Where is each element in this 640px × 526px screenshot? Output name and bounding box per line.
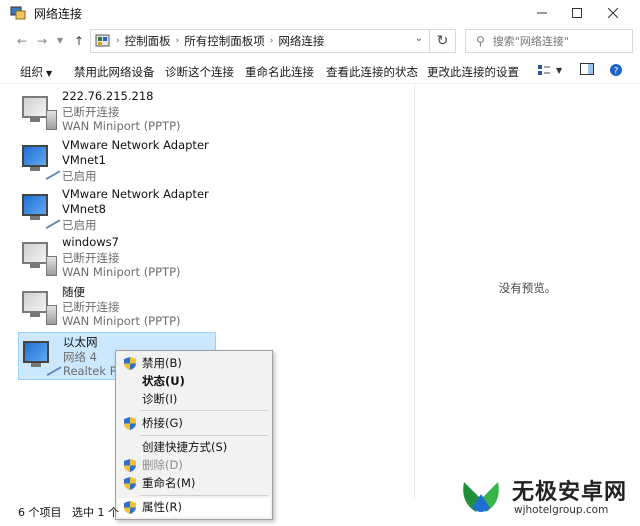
dialup-icon [20, 242, 58, 276]
chevron-down-icon: ▼ [46, 69, 53, 78]
title-bar: 网络连接 [0, 0, 640, 26]
connection-name: 随便 [62, 285, 85, 299]
dialup-icon [20, 291, 58, 325]
view-options-icon[interactable] [537, 63, 551, 80]
connection-name: 以太网 [63, 335, 98, 349]
context-menu: 禁用(B) 状态(U) 诊断(I) 桥接(G) 创建快捷方式(S) 删除(D) … [115, 350, 273, 520]
menu-item-label: 重命名(M) [142, 476, 196, 490]
address-dropdown-icon[interactable]: ⌄ [415, 33, 423, 44]
forward-arrow-icon[interactable]: → [34, 32, 50, 50]
menu-item-create-shortcut[interactable]: 创建快捷方式(S) [118, 438, 270, 457]
menu-item-label: 状态(U) [142, 374, 185, 388]
preview-pane-icon[interactable] [580, 63, 594, 78]
connection-status: 已断开连接 [62, 251, 120, 265]
menu-item-disable[interactable]: 禁用(B) [118, 354, 270, 373]
connection-status: VMnet1 [62, 153, 106, 167]
menu-item-diagnose[interactable]: 诊断(I) [118, 390, 270, 409]
connection-name: VMware Network Adapter [62, 138, 209, 152]
watermark-url: wjhotelgroup.com [514, 504, 609, 516]
window-title: 网络连接 [34, 6, 83, 21]
connection-device: WAN Miniport (PPTP) [62, 119, 181, 133]
connection-device: 已启用 [62, 169, 97, 183]
connection-item-windows7[interactable]: windows7 已断开连接 WAN Miniport (PPTP) [18, 234, 216, 282]
connection-status: 已断开连接 [62, 105, 120, 119]
control-panel-icon [95, 34, 111, 48]
menu-separator [140, 495, 268, 496]
search-box[interactable]: ⚲ [465, 29, 633, 53]
uac-shield-icon [124, 357, 136, 370]
menu-item-label: 创建快捷方式(S) [142, 440, 228, 454]
view-dropdown-icon[interactable]: ▼ [556, 66, 562, 75]
uac-shield-icon [124, 459, 136, 472]
svg-text:?: ? [614, 67, 619, 77]
menu-item-label: 桥接(G) [142, 416, 183, 430]
breadcrumb-control-panel[interactable]: 控制面板 [125, 33, 171, 49]
uac-shield-icon [124, 477, 136, 490]
refresh-button[interactable]: ↻ [430, 29, 456, 53]
selection-count: 选中 1 个 [72, 506, 119, 519]
organize-label: 组织 [20, 65, 43, 79]
menu-item-label: 删除(D) [142, 458, 183, 472]
item-count: 6 个项目 [18, 506, 62, 519]
connection-status: 已断开连接 [62, 300, 120, 314]
close-button[interactable] [596, 0, 630, 26]
search-icon: ⚲ [476, 34, 485, 48]
connection-device: WAN Miniport (PPTP) [62, 265, 181, 279]
breadcrumb-chevron-icon[interactable]: › [116, 36, 120, 46]
connection-item-vmnet1[interactable]: VMware Network Adapter VMnet1 已启用 [18, 137, 216, 185]
dialup-icon [20, 96, 58, 130]
connection-item-suibian[interactable]: 随便 已断开连接 WAN Miniport (PPTP) [18, 283, 216, 331]
connection-name: 222.76.215.218 [62, 89, 154, 103]
menu-item-label: 诊断(I) [142, 392, 178, 406]
preview-pane-message: 没有预览。 [498, 281, 557, 295]
connection-name: VMware Network Adapter [62, 187, 209, 201]
breadcrumb-all-items[interactable]: 所有控制面板项 [184, 33, 265, 49]
disable-device-button[interactable]: 禁用此网络设备 [74, 64, 155, 80]
back-arrow-icon[interactable]: ← [14, 32, 30, 50]
organize-menu[interactable]: 组织 ▼ [20, 64, 52, 80]
network-folder-icon [10, 6, 26, 20]
menu-separator [140, 410, 268, 411]
diagnose-button[interactable]: 诊断这个连接 [165, 64, 234, 80]
menu-item-label: 禁用(B) [142, 356, 182, 370]
up-arrow-icon[interactable]: ↑ [71, 32, 87, 50]
watermark-brand: 无极安卓网 [512, 480, 628, 505]
change-settings-button[interactable]: 更改此连接的设置 [427, 64, 519, 80]
menu-separator [140, 435, 268, 436]
ethernet-icon [21, 341, 62, 377]
network-connections-window: 网络连接 ← → ▼ ↑ › 控制面板 › 所有控制面板项 › 网络连接 ⌄ ↻ [0, 0, 640, 526]
maximize-button[interactable] [560, 0, 594, 26]
connection-item-222-76-215-218[interactable]: 222.76.215.218 已断开连接 WAN Miniport (PPTP) [18, 88, 216, 136]
watermark-logo-icon [456, 472, 506, 518]
connection-name: windows7 [62, 235, 119, 249]
connection-device: 已启用 [62, 218, 97, 232]
rename-button[interactable]: 重命名此连接 [245, 64, 314, 80]
view-status-button[interactable]: 查看此连接的状态 [326, 64, 418, 80]
command-bar: 组织 ▼ 禁用此网络设备 诊断这个连接 重命名此连接 查看此连接的状态 更改此连接… [0, 58, 640, 84]
menu-item-bridge[interactable]: 桥接(G) [118, 414, 270, 433]
recent-locations-chevron-icon[interactable]: ▼ [52, 32, 68, 50]
connection-item-vmnet8[interactable]: VMware Network Adapter VMnet8 已启用 [18, 186, 216, 234]
menu-item-rename[interactable]: 重命名(M) [118, 474, 270, 493]
minimize-button[interactable] [525, 0, 559, 26]
breadcrumb-network-connections[interactable]: 网络连接 [278, 33, 324, 49]
ethernet-icon [20, 145, 61, 181]
connection-device: WAN Miniport (PPTP) [62, 314, 181, 328]
site-watermark: 无极安卓网 wjhotelgroup.com [452, 468, 640, 526]
search-input[interactable] [492, 34, 623, 48]
help-icon[interactable]: ? [609, 63, 623, 80]
address-row: ← → ▼ ↑ › 控制面板 › 所有控制面板项 › 网络连接 ⌄ ↻ ⚲ [0, 26, 640, 56]
connection-status: VMnet8 [62, 202, 106, 216]
menu-item-status[interactable]: 状态(U) [118, 372, 270, 391]
breadcrumb-chevron-icon[interactable]: › [176, 36, 180, 46]
connection-status: 网络 4 [63, 350, 97, 364]
ethernet-icon [20, 194, 61, 230]
breadcrumb-chevron-icon[interactable]: › [270, 36, 274, 46]
address-bar[interactable]: › 控制面板 › 所有控制面板项 › 网络连接 ⌄ [90, 29, 430, 53]
menu-item-delete: 删除(D) [118, 456, 270, 475]
uac-shield-icon [124, 417, 136, 430]
